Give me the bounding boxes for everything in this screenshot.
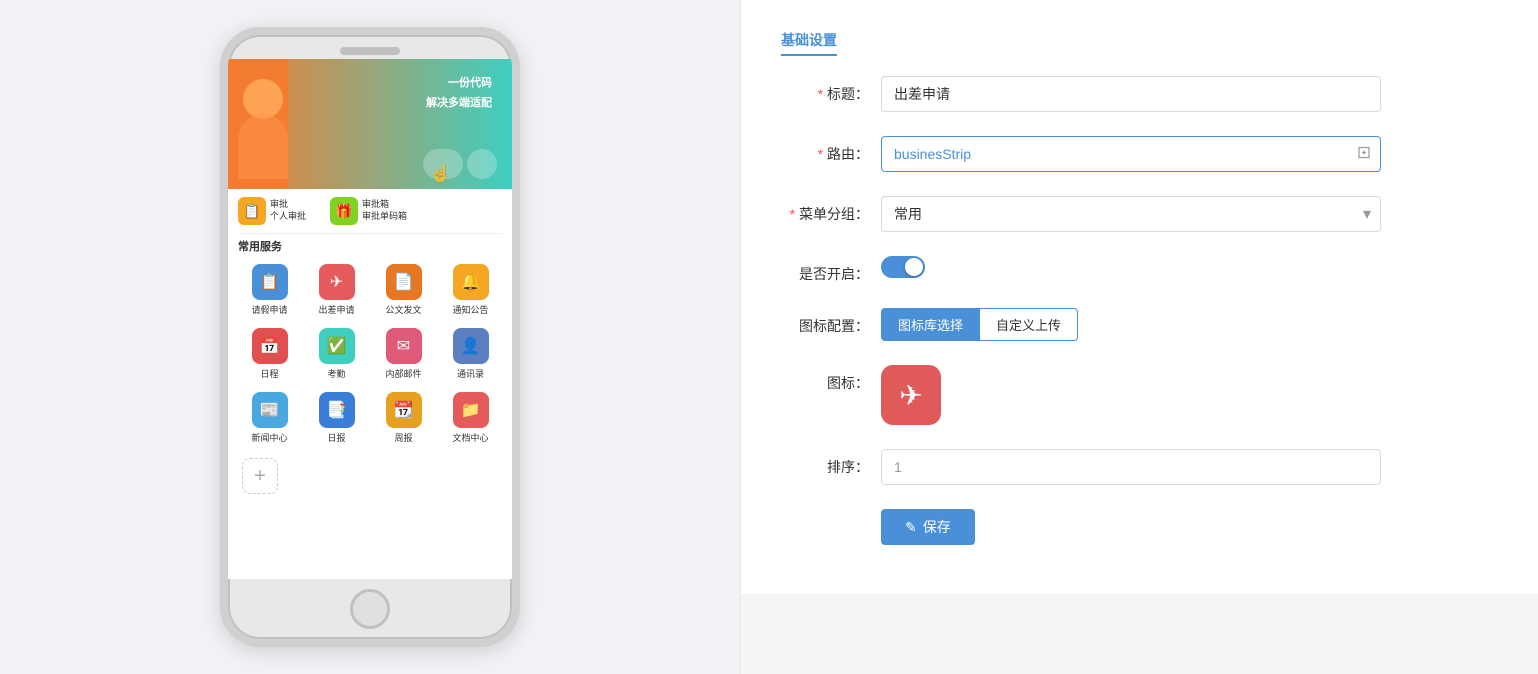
qingjia-icon: 📋 bbox=[252, 264, 288, 300]
route-input[interactable] bbox=[881, 136, 1381, 172]
service-mail[interactable]: ✉ 内部邮件 bbox=[372, 324, 435, 384]
approval-label1: 审批 bbox=[270, 199, 306, 211]
approval-icon: 📋 bbox=[238, 197, 266, 225]
service-qingjia[interactable]: 📋 请假申请 bbox=[238, 260, 301, 320]
route-required: * bbox=[818, 146, 823, 162]
inbox-label1: 审批箱 bbox=[362, 199, 407, 211]
inbox-icon: 🎁 bbox=[330, 197, 358, 225]
kaoqin-icon: ✅ bbox=[319, 328, 355, 364]
save-icon: ✎ bbox=[905, 519, 917, 536]
contacts-icon: 👤 bbox=[453, 328, 489, 364]
enabled-label: 是否开启： bbox=[781, 256, 881, 284]
menu-group-select-wrapper: 常用 工作 其他 ▾ bbox=[881, 196, 1381, 232]
news-label: 新闻中心 bbox=[251, 431, 287, 444]
icon-library-button[interactable]: 图标库选择 bbox=[881, 308, 980, 341]
form-row-sort: 排序： bbox=[781, 449, 1498, 485]
service-news[interactable]: 📰 新闻中心 bbox=[238, 388, 301, 448]
richeng-icon: 📅 bbox=[252, 328, 288, 364]
icon-label: 图标： bbox=[781, 365, 881, 393]
form-row-enabled: 是否开启： bbox=[781, 256, 1498, 284]
phone-quick-actions: 📋 审批 个人审批 🎁 审批箱 审批单码箱 bbox=[228, 189, 512, 233]
save-button[interactable]: ✎ 保存 bbox=[881, 509, 975, 545]
route-label: * 路由： bbox=[781, 136, 881, 164]
title-input[interactable] bbox=[881, 76, 1381, 112]
toggle-thumb bbox=[905, 258, 923, 276]
save-label: 保存 bbox=[923, 517, 951, 537]
qingjia-label: 请假申请 bbox=[251, 303, 287, 316]
tongzhi-icon: 🔔 bbox=[453, 264, 489, 300]
inbox-label2: 审批单码箱 bbox=[362, 211, 407, 223]
chuchai-icon: ✈ bbox=[319, 264, 355, 300]
menu-group-select[interactable]: 常用 工作 其他 bbox=[881, 196, 1381, 232]
form-row-icon: 图标： ✈ bbox=[781, 365, 1498, 425]
service-chuchai[interactable]: ✈ 出差申请 bbox=[305, 260, 368, 320]
quick-action-approval[interactable]: 📋 审批 个人审批 bbox=[238, 197, 306, 225]
services-title: 常用服务 bbox=[238, 238, 502, 254]
add-service-item[interactable]: + bbox=[240, 454, 280, 498]
ribao-icon: 📑 bbox=[319, 392, 355, 428]
service-ribao[interactable]: 📑 日报 bbox=[305, 388, 368, 448]
form-row-title: * 标题： bbox=[781, 76, 1498, 112]
route-input-wrapper bbox=[881, 136, 1381, 172]
approval-label2: 个人审批 bbox=[270, 211, 306, 223]
chuchai-label: 出差申请 bbox=[318, 303, 354, 316]
gongwen-icon: 📄 bbox=[386, 264, 422, 300]
phone-screen: 一份代码 解决多端适配 ☝ 📋 审批 个人审批 bbox=[228, 59, 512, 579]
bottom-gray-area bbox=[741, 594, 1538, 674]
service-richeng[interactable]: 📅 日程 bbox=[238, 324, 301, 384]
toggle-track bbox=[881, 256, 925, 278]
route-search-icon[interactable] bbox=[1357, 146, 1371, 163]
title-required: * bbox=[818, 86, 823, 102]
mail-icon: ✉ bbox=[386, 328, 422, 364]
form-row-route: * 路由： bbox=[781, 136, 1498, 172]
service-tongzhi[interactable]: 🔔 通知公告 bbox=[439, 260, 502, 320]
mail-label: 内部邮件 bbox=[385, 367, 421, 380]
phone-speaker bbox=[340, 47, 400, 55]
service-contacts[interactable]: 👤 通讯录 bbox=[439, 324, 502, 384]
enabled-toggle[interactable] bbox=[881, 256, 925, 278]
icon-config-label: 图标配置： bbox=[781, 308, 881, 336]
services-section: 常用服务 📋 请假申请 ✈ 出差申请 📄 公文发文 bbox=[228, 234, 512, 502]
services-grid: 📋 请假申请 ✈ 出差申请 📄 公文发文 🔔 通知公告 bbox=[238, 260, 502, 448]
icon-config-buttons: 图标库选择 自定义上传 bbox=[881, 308, 1078, 341]
sort-label: 排序： bbox=[781, 449, 881, 477]
icon-upload-button[interactable]: 自定义上传 bbox=[980, 308, 1078, 341]
menu-group-required: * bbox=[790, 206, 795, 222]
banner-title-line1: 一份代码 bbox=[426, 74, 492, 94]
right-panel: 基础设置 * 标题： * 路由： * 菜单分组： bbox=[740, 0, 1538, 674]
phone-home-button[interactable] bbox=[350, 589, 390, 629]
zhoubao-icon: 📆 bbox=[386, 392, 422, 428]
phone-mockup: 一份代码 解决多端适配 ☝ 📋 审批 个人审批 bbox=[220, 27, 520, 647]
title-label: * 标题： bbox=[781, 76, 881, 104]
zhoubao-label: 周报 bbox=[394, 431, 412, 444]
quick-action-inbox[interactable]: 🎁 审批箱 审批单码箱 bbox=[330, 197, 407, 225]
service-zhoubao[interactable]: 📆 周报 bbox=[372, 388, 435, 448]
banner-title-line2: 解决多端适配 bbox=[426, 94, 492, 114]
news-icon: 📰 bbox=[252, 392, 288, 428]
icon-display[interactable]: ✈ bbox=[881, 365, 941, 425]
docs-icon: 📁 bbox=[453, 392, 489, 428]
docs-label: 文档中心 bbox=[452, 431, 488, 444]
form-row-menu-group: * 菜单分组： 常用 工作 其他 ▾ bbox=[781, 196, 1498, 232]
add-service-icon[interactable]: + bbox=[242, 458, 278, 494]
phone-banner: 一份代码 解决多端适配 ☝ bbox=[228, 59, 512, 189]
menu-group-label: * 菜单分组： bbox=[781, 196, 881, 224]
service-kaoqin[interactable]: ✅ 考勤 bbox=[305, 324, 368, 384]
tongzhi-label: 通知公告 bbox=[452, 303, 488, 316]
sort-input[interactable] bbox=[881, 449, 1381, 485]
tab-basic-settings[interactable]: 基础设置 bbox=[781, 30, 837, 56]
gongwen-label: 公文发文 bbox=[385, 303, 421, 316]
richeng-label: 日程 bbox=[260, 367, 278, 380]
ribao-label: 日报 bbox=[327, 431, 345, 444]
kaoqin-label: 考勤 bbox=[327, 367, 345, 380]
contacts-label: 通讯录 bbox=[457, 367, 484, 380]
service-docs[interactable]: 📁 文档中心 bbox=[439, 388, 502, 448]
service-gongwen[interactable]: 📄 公文发文 bbox=[372, 260, 435, 320]
form-row-icon-config: 图标配置： 图标库选择 自定义上传 bbox=[781, 308, 1498, 341]
form-row-save: ✎ 保存 bbox=[881, 509, 1498, 545]
left-panel: 一份代码 解决多端适配 ☝ 📋 审批 个人审批 bbox=[0, 0, 740, 674]
